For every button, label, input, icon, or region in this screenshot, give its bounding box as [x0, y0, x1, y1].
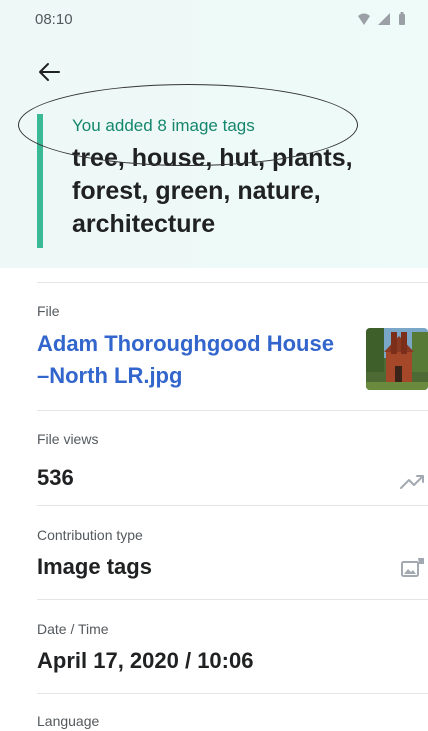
- file-label: File: [37, 303, 60, 319]
- trending-up-icon: [400, 475, 424, 489]
- battery-icon: [399, 12, 405, 25]
- divider: [37, 599, 428, 600]
- file-name-link[interactable]: Adam Thoroughgood House –North LR.jpg: [37, 328, 337, 392]
- datetime-value: April 17, 2020 / 10:06: [37, 648, 254, 673]
- status-time: 08:10: [35, 11, 73, 28]
- language-label: Language: [37, 713, 100, 729]
- divider: [37, 282, 428, 283]
- contribution-type-label: Contribution type: [37, 527, 143, 543]
- added-tags-label: You added 8 image tags: [72, 116, 255, 135]
- tags-list: tree, house, hut, plants, forest, green,…: [72, 144, 353, 238]
- contribution-type-value: Image tags: [37, 554, 152, 579]
- wifi-icon: [358, 13, 370, 25]
- status-bar: 08:10: [0, 0, 428, 34]
- file-views-label: File views: [37, 431, 99, 447]
- divider: [37, 410, 428, 411]
- back-arrow-icon[interactable]: [37, 60, 63, 84]
- divider: [37, 693, 428, 694]
- status-icons: [358, 12, 405, 25]
- file-thumbnail[interactable]: [366, 328, 428, 390]
- accent-bar: [37, 114, 43, 248]
- signal-icon: [378, 13, 390, 25]
- datetime-label: Date / Time: [37, 621, 109, 637]
- file-views-value: 536: [37, 465, 74, 490]
- tags-summary: You added 8 image tags tree, house, hut,…: [37, 114, 417, 248]
- divider: [37, 505, 428, 506]
- image-tag-icon: [401, 558, 424, 577]
